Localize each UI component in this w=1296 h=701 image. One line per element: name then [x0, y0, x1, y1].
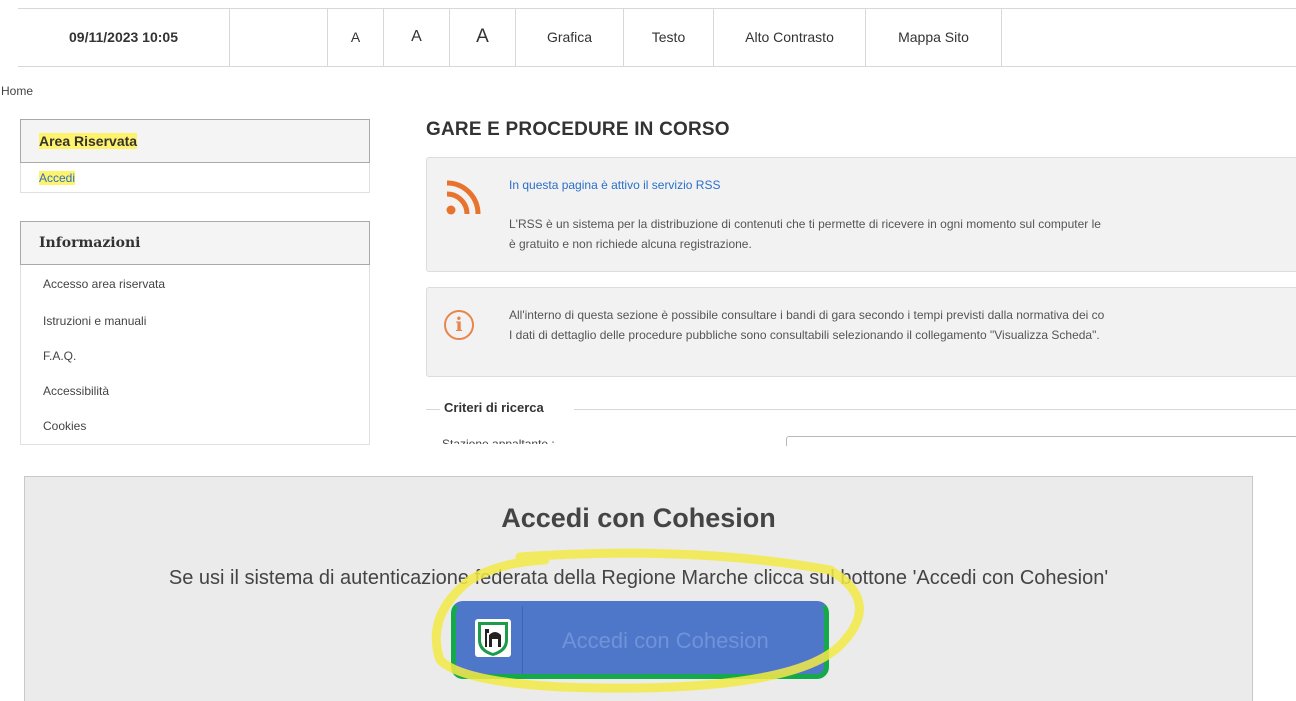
current-datetime: 09/11/2023 10:05 — [18, 8, 230, 66]
cohesion-description: Se usi il sistema di autenticazione fede… — [168, 567, 1109, 589]
cohesion-title: Accedi con Cohesion — [501, 503, 776, 533]
area-riservata-title: Area Riservata — [39, 133, 138, 149]
area-riservata-body: Accedi — [20, 163, 370, 193]
criteri-fieldset-border-left — [426, 409, 440, 410]
section-info-line-2: I dati di dettaglio delle procedure pubb… — [509, 328, 1100, 342]
testo-button[interactable]: Testo — [624, 8, 714, 66]
sidebar-item-cookies[interactable]: Cookies — [43, 419, 86, 433]
accedi-con-cohesion-button[interactable]: Accedi con Cohesion — [451, 601, 829, 679]
informazioni-title: Informazioni — [39, 235, 141, 251]
stazione-appaltante-select[interactable] — [786, 436, 1296, 446]
rss-description-line-2: è gratuito e non richiede alcuna registr… — [509, 237, 752, 251]
accedi-link[interactable]: Accedi — [39, 171, 76, 185]
section-info-panel: i All'interno di questa sezione è possib… — [426, 287, 1296, 377]
grafica-button[interactable]: Grafica — [516, 8, 624, 66]
button-separator — [522, 606, 523, 674]
informazioni-menu: Accesso area riservata Istruzioni e manu… — [20, 265, 370, 445]
info-icon: i — [444, 310, 474, 340]
font-size-medium-button[interactable]: A — [384, 8, 450, 66]
criteri-fieldset-border-right — [574, 409, 1296, 410]
criteri-ricerca-legend: Criteri di ricerca — [442, 400, 546, 415]
informazioni-header: Informazioni — [20, 221, 370, 265]
breadcrumb: Home — [1, 84, 33, 98]
section-info-line-1: All'interno di questa sezione è possibil… — [509, 308, 1105, 322]
rss-service-link[interactable]: In questa pagina è attivo il servizio RS… — [509, 178, 720, 192]
sidebar-item-accesso-area-riservata[interactable]: Accesso area riservata — [43, 277, 165, 291]
alto-contrasto-button[interactable]: Alto Contrasto — [714, 8, 866, 66]
regione-marche-logo-icon — [475, 619, 511, 657]
stazione-appaltante-label: Stazione appaltante : — [442, 437, 555, 444]
breadcrumb-home-link[interactable]: Home — [1, 84, 33, 98]
sidebar-item-accessibilita[interactable]: Accessibilità — [43, 384, 109, 398]
sidebar-item-faq[interactable]: F.A.Q. — [43, 349, 76, 363]
cohesion-login-panel: Accedi con Cohesion Se usi il sistema di… — [24, 476, 1253, 701]
rss-description-line-1: L'RSS è un sistema per la distribuzione … — [509, 217, 1101, 231]
accedi-con-cohesion-label: Accedi con Cohesion — [562, 628, 769, 653]
sidebar-item-istruzioni-manuali[interactable]: Istruzioni e manuali — [43, 314, 146, 328]
toolbar-spacer — [230, 8, 328, 66]
rss-info-panel: In questa pagina è attivo il servizio RS… — [426, 157, 1296, 272]
rss-icon[interactable] — [445, 180, 481, 216]
font-size-large-button[interactable]: A — [450, 8, 516, 66]
toolbar-bottom-border — [18, 66, 1296, 67]
mappa-sito-button[interactable]: Mappa Sito — [866, 8, 1002, 66]
page-title: GARE E PROCEDURE IN CORSO — [426, 119, 730, 140]
font-size-small-button[interactable]: A — [328, 8, 384, 66]
area-riservata-header: Area Riservata — [20, 119, 370, 163]
accessibility-toolbar: 09/11/2023 10:05 A A A Grafica Testo Alt… — [0, 0, 1296, 68]
